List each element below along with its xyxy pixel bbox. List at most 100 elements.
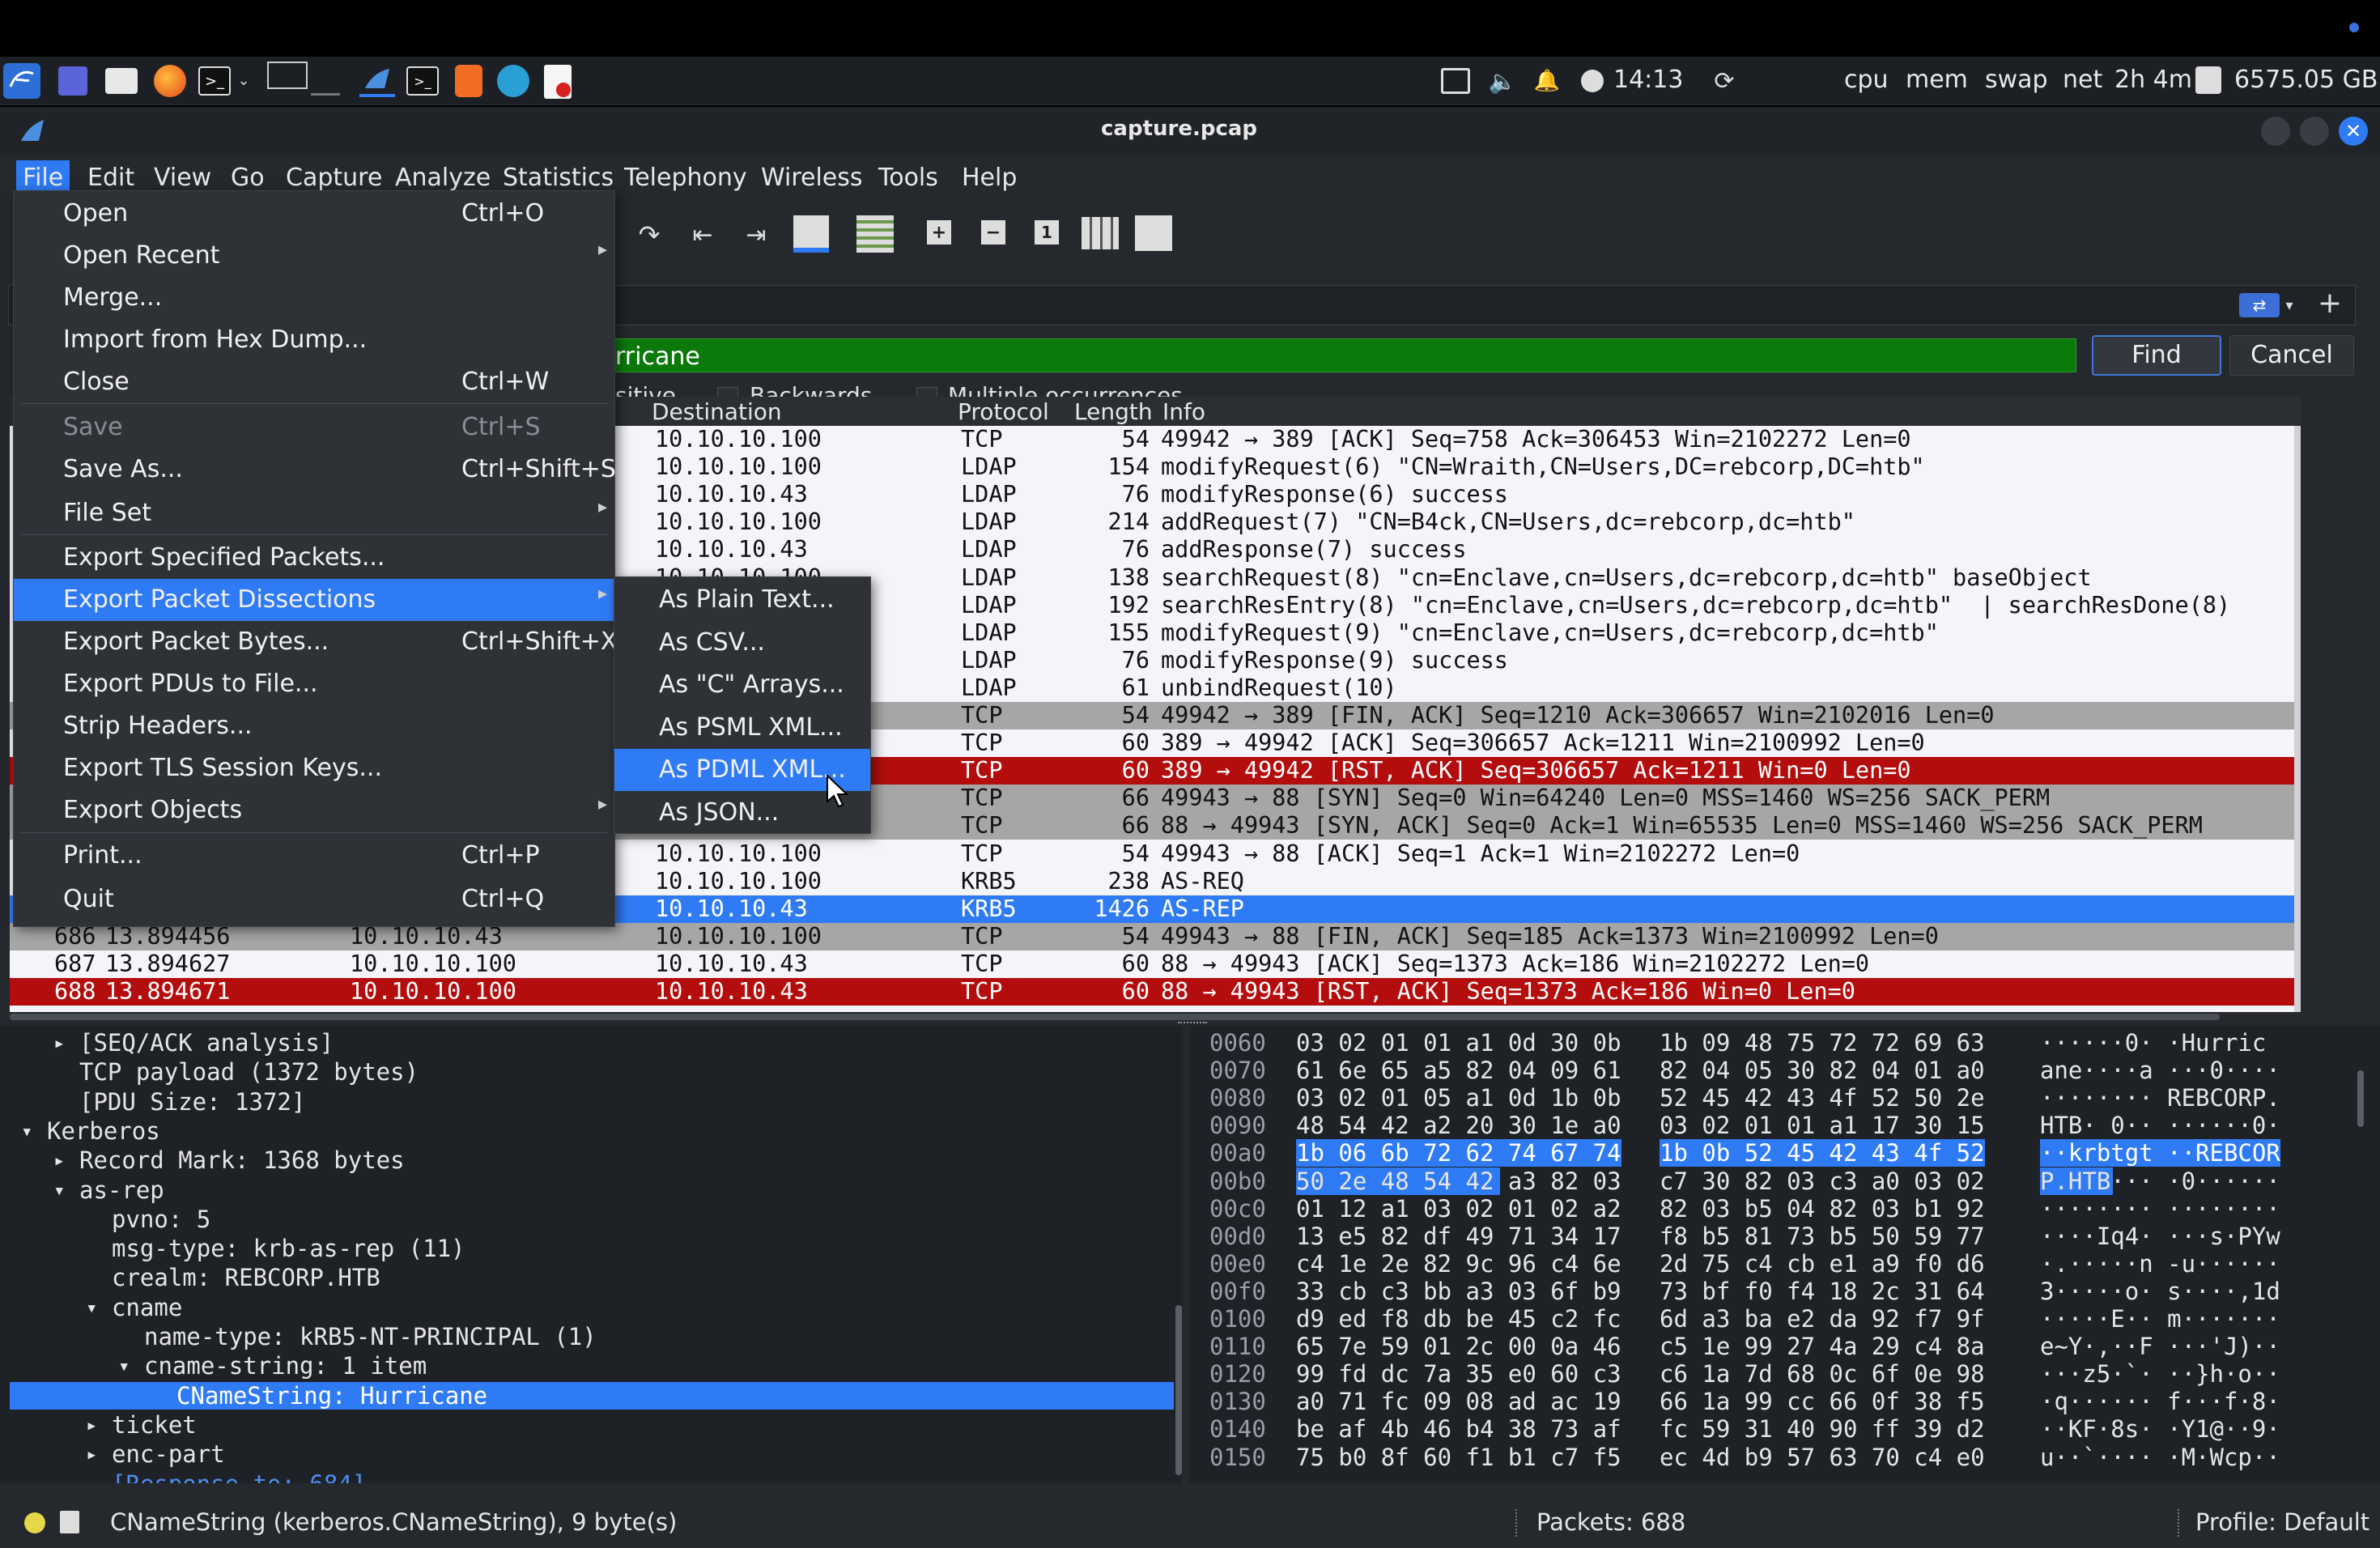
go-forward-icon[interactable]: ⇥: [740, 219, 772, 251]
tree-arrow-icon[interactable]: ▾: [21, 1117, 32, 1145]
files-icon[interactable]: [105, 68, 138, 94]
menu-view[interactable]: View: [154, 164, 211, 192]
detail-tree-item[interactable]: ▸ [SEQ/ACK analysis]: [0, 1029, 1174, 1057]
file-menu-item[interactable]: Export Specified Packets...: [14, 537, 614, 579]
file-menu-item[interactable]: Save As... Ctrl+Shift+S: [14, 449, 616, 491]
window-thumb-1[interactable]: [267, 62, 308, 89]
bytes-scrollbar[interactable]: [2357, 1070, 2364, 1127]
swap-monitor[interactable]: swap: [1985, 66, 2048, 94]
menu-go[interactable]: Go: [231, 164, 265, 192]
detail-tree-item[interactable]: ▸ Record Mark: 1368 bytes: [0, 1146, 1174, 1174]
terminal-icon[interactable]: >_: [198, 66, 231, 96]
maximize-icon[interactable]: [2300, 117, 2329, 146]
autoscroll-icon[interactable]: [793, 215, 829, 253]
colorize-icon[interactable]: [856, 215, 894, 253]
disk-monitor[interactable]: 6575.05 GB: [2234, 66, 2378, 94]
wireshark-task-icon[interactable]: [359, 65, 395, 97]
close-icon[interactable]: ✕: [2339, 117, 2368, 146]
volume-icon[interactable]: 🔈: [1488, 66, 1517, 96]
expert-info-icon[interactable]: [24, 1512, 45, 1533]
detail-tree-item[interactable]: name-type: kRB5-NT-PRINCIPAL (1): [0, 1323, 1174, 1350]
workspace-1-icon[interactable]: [58, 66, 87, 96]
edit-comment-icon[interactable]: [60, 1511, 79, 1533]
file-menu-item[interactable]: Open Recent ▸: [14, 235, 614, 277]
menu-tools[interactable]: Tools: [878, 164, 938, 192]
terminal-task-icon[interactable]: >_: [406, 66, 439, 96]
menu-statistics[interactable]: Statistics: [503, 164, 614, 192]
detail-tree-item[interactable]: TCP payload (1372 bytes): [0, 1058, 1174, 1086]
file-menu-item[interactable]: Export TLS Session Keys...: [14, 747, 614, 789]
file-menu-item[interactable]: File Set ▸: [14, 492, 614, 534]
menu-file-label[interactable]: File: [23, 164, 63, 192]
goto-packet-icon[interactable]: ↷: [633, 219, 665, 251]
chevron-down-icon[interactable]: ⌄: [235, 70, 253, 91]
export-submenu-item[interactable]: As CSV...: [614, 622, 870, 664]
file-menu-item[interactable]: Export Packet Bytes... Ctrl+Shift+X: [14, 621, 617, 663]
add-filter-icon[interactable]: +: [2315, 287, 2344, 320]
file-menu-item[interactable]: Import from Hex Dump...: [14, 319, 614, 361]
window-thumb-2[interactable]: [311, 68, 340, 96]
cpu-monitor[interactable]: cpu: [1844, 66, 1889, 94]
export-submenu-item[interactable]: As Plain Text...: [614, 579, 870, 621]
export-submenu-item[interactable]: As "C" Arrays...: [614, 664, 870, 706]
find-input[interactable]: rricane: [611, 338, 2076, 372]
zoom-in-icon[interactable]: +: [927, 220, 951, 245]
status-profile[interactable]: Profile: Default: [2195, 1508, 2369, 1536]
burp-task-icon[interactable]: [455, 65, 482, 97]
tree-arrow-icon[interactable]: ▸: [53, 1146, 65, 1174]
detail-tree-item[interactable]: ▸ enc-part: [0, 1440, 1174, 1468]
kali-menu-icon[interactable]: [3, 63, 40, 99]
detail-tree-item[interactable]: crealm: REBCORP.HTB: [0, 1264, 1174, 1291]
zoom-out-icon[interactable]: −: [981, 220, 1005, 245]
file-menu-item[interactable]: Open Ctrl+O: [14, 193, 614, 235]
menu-edit[interactable]: Edit: [87, 164, 134, 192]
firefox-icon[interactable]: [154, 65, 186, 97]
detail-tree-item[interactable]: [Response to: 684]: [0, 1470, 1174, 1484]
tree-arrow-icon[interactable]: ▾: [86, 1294, 97, 1321]
cancel-button[interactable]: Cancel: [2229, 335, 2354, 376]
detail-tree-item[interactable]: ▾ Kerberos: [0, 1117, 1174, 1145]
detail-tree-item[interactable]: [PDU Size: 1372]: [0, 1088, 1174, 1116]
detail-tree-item[interactable]: ▸ ticket: [0, 1411, 1174, 1439]
col-protocol[interactable]: Protocol: [958, 398, 1049, 425]
splitter-handle[interactable]: [1178, 1022, 1207, 1025]
tree-arrow-icon[interactable]: ▸: [53, 1029, 65, 1057]
file-menu-item[interactable]: Strip Headers...: [14, 705, 614, 747]
notification-bell-icon[interactable]: 🔔: [1533, 66, 1561, 96]
tree-arrow-icon[interactable]: ▾: [118, 1352, 130, 1380]
filter-dropdown-icon[interactable]: ▾: [2281, 293, 2297, 317]
file-menu-item[interactable]: Close Ctrl+W: [14, 361, 614, 403]
menu-telephony[interactable]: Telephony: [624, 164, 747, 192]
go-back-icon[interactable]: ⇤: [686, 219, 719, 251]
packet-list-hscroll[interactable]: [10, 1014, 2220, 1020]
refresh-icon[interactable]: ⟳: [1710, 66, 1739, 96]
browser-task-icon[interactable]: [497, 65, 529, 97]
packet-row[interactable]: 688 13.894671 10.10.10.100 10.10.10.43 TCP 88…: [10, 978, 2301, 1006]
detail-tree-item[interactable]: CNameString: Hurricane: [10, 1381, 1174, 1410]
packet-list-scrollbar[interactable]: [2294, 426, 2301, 1012]
tree-arrow-icon[interactable]: ▸: [86, 1411, 97, 1439]
packet-row[interactable]: 687 13.894627 10.10.10.100 10.10.10.43 TCP 88…: [10, 950, 2301, 978]
file-menu-item[interactable]: Print... Ctrl+P: [14, 835, 614, 877]
details-scrollbar[interactable]: [1175, 1305, 1182, 1475]
tree-arrow-icon[interactable]: ▸: [86, 1440, 97, 1468]
file-menu-item[interactable]: Export Packet Dissections ▸: [14, 579, 614, 621]
detail-tree-item[interactable]: ▾ cname-string: 1 item: [0, 1352, 1174, 1380]
file-menu-item[interactable]: Merge...: [14, 277, 614, 319]
file-menu-item[interactable]: Export Objects ▸: [14, 789, 614, 831]
resize-columns-icon[interactable]: [1082, 217, 1119, 249]
net-monitor[interactable]: net: [2063, 66, 2102, 94]
tree-arrow-icon[interactable]: ▾: [53, 1176, 65, 1204]
menu-capture[interactable]: Capture: [286, 164, 382, 192]
menu-help[interactable]: Help: [962, 164, 1017, 192]
detail-tree-item[interactable]: msg-type: krb-as-rep (11): [0, 1235, 1174, 1262]
col-info[interactable]: Info: [1162, 398, 1205, 425]
find-button[interactable]: Find: [2092, 335, 2221, 376]
col-length[interactable]: Length: [1074, 398, 1153, 425]
document-task-icon[interactable]: [544, 65, 572, 99]
menu-analyze[interactable]: Analyze: [395, 164, 491, 192]
detail-tree-item[interactable]: pvno: 5: [0, 1206, 1174, 1233]
file-menu-item[interactable]: Export PDUs to File...: [14, 663, 614, 705]
layout-icon[interactable]: [1135, 215, 1172, 251]
col-destination[interactable]: Destination: [652, 398, 782, 425]
